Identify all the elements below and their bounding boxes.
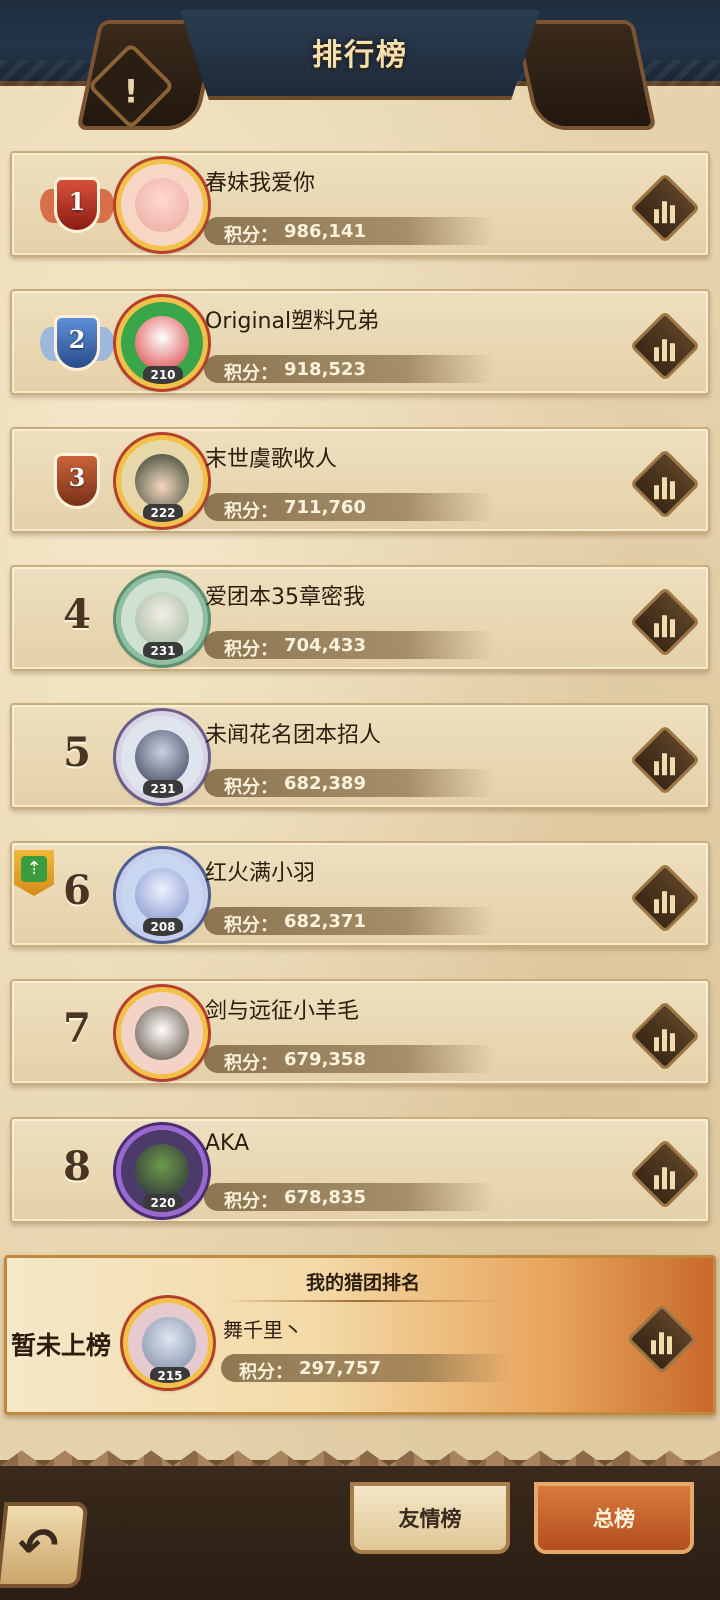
player-name: AKA [205, 1131, 250, 1156]
level-badge: 210 [143, 366, 183, 384]
leaderboard-row[interactable]: 2 210 Original塑料兄弟 积分： 918,523 [10, 289, 710, 395]
my-avatar[interactable]: 215 [123, 1298, 213, 1388]
avatar[interactable] [116, 159, 208, 251]
level-badge: 220 [143, 1194, 183, 1212]
stats-button[interactable] [629, 1000, 701, 1072]
level-badge: 215 [150, 1367, 190, 1383]
score-value: 682,371 [284, 911, 366, 932]
score-value: 986,141 [284, 221, 366, 242]
avatar[interactable] [116, 987, 208, 1079]
bar-chart-icon [640, 1153, 690, 1203]
player-name: 末世虞歌收人 [205, 447, 338, 472]
level-badge: 231 [143, 780, 183, 798]
stats-button[interactable] [629, 724, 701, 796]
player-name: 爱团本35章密我 [205, 585, 365, 610]
stats-button[interactable] [629, 172, 701, 244]
divider [223, 1300, 503, 1302]
stats-button[interactable] [629, 586, 701, 658]
rank-number: 4 [63, 591, 91, 638]
avatar[interactable]: 231 [116, 711, 208, 803]
tab-friends[interactable]: 友情榜 [350, 1482, 510, 1554]
bar-chart-icon [640, 601, 690, 651]
level-badge: 208 [143, 918, 183, 936]
leaderboard-row[interactable]: 4 231 爱团本35章密我 积分： 704,433 [10, 565, 710, 671]
exclamation-icon: ! [123, 72, 139, 111]
score-label: 积分： [224, 501, 278, 522]
back-arrow-icon: ↶ [14, 1518, 62, 1574]
leaderboard-row[interactable]: 5 231 未闻花名团本招人 积分： 682,389 [10, 703, 710, 809]
bar-chart-icon [640, 739, 690, 789]
bar-chart-icon [637, 1318, 687, 1368]
bar-chart-icon [640, 187, 690, 237]
score-label: 积分： [224, 225, 278, 246]
stats-button[interactable] [629, 448, 701, 520]
score-label: 积分： [239, 1362, 293, 1383]
leaderboard-row[interactable]: 1 春妹我爱你 积分： 986,141 [10, 151, 710, 257]
stats-button[interactable] [629, 310, 701, 382]
score-label: 积分： [224, 915, 278, 936]
header: 排行榜 ! [0, 0, 720, 145]
player-name: 未闻花名团本招人 [205, 723, 382, 748]
rank-number: 6 [63, 867, 91, 914]
level-badge: 231 [143, 642, 183, 660]
avatar[interactable]: 222 [116, 435, 208, 527]
score-value: 679,358 [284, 1049, 366, 1070]
my-rank-panel: 我的猎团排名 暂未上榜 215 舞千里丶 积分： 297,757 [4, 1255, 716, 1415]
back-button[interactable]: ↶ [0, 1502, 89, 1588]
player-name: 红火满小羽 [205, 861, 316, 886]
score-value: 678,835 [284, 1187, 366, 1208]
my-stats-button[interactable] [626, 1303, 698, 1375]
tab-total[interactable]: 总榜 [534, 1482, 694, 1554]
my-rank-title: 我的猎团排名 [305, 1272, 420, 1294]
score-label: 积分： [224, 1053, 278, 1074]
level-badge: 222 [143, 504, 183, 522]
rank-3-badge-icon: 3 [42, 447, 112, 517]
my-rank-status: 暂未上榜 [11, 1331, 112, 1360]
score-label: 积分： [224, 1191, 278, 1212]
score-value: 918,523 [284, 359, 366, 380]
score-label: 积分： [224, 363, 278, 384]
avatar[interactable]: 220 [116, 1125, 208, 1217]
rank-1-badge-icon: 1 [40, 171, 114, 241]
player-name: 剑与远征小羊毛 [205, 999, 360, 1024]
leaderboard-row[interactable]: 6 208 红火满小羽 积分： 682,371 [10, 841, 710, 947]
stats-button[interactable] [629, 1138, 701, 1210]
bar-chart-icon [640, 325, 690, 375]
player-name: 春妹我爱你 [205, 171, 316, 196]
leaderboard-list[interactable]: 1 春妹我爱你 积分： 986,141 2 210 Original塑料兄弟 积… [0, 145, 720, 1230]
rank-number: 5 [63, 729, 91, 776]
bar-chart-icon [640, 1015, 690, 1065]
leaderboard-row[interactable]: 7 剑与远征小羊毛 积分： 679,358 [10, 979, 710, 1085]
my-score-value: 297,757 [299, 1358, 381, 1379]
score-value: 704,433 [284, 635, 366, 656]
avatar[interactable]: 210 [116, 297, 208, 389]
avatar[interactable]: 208 [116, 849, 208, 941]
stats-button[interactable] [629, 862, 701, 934]
score-label: 积分： [224, 777, 278, 798]
score-value: 682,389 [284, 773, 366, 794]
rank-2-badge-icon: 2 [40, 309, 114, 379]
bar-chart-icon [640, 463, 690, 513]
rank-number: 7 [63, 1005, 91, 1052]
player-name: Original塑料兄弟 [205, 309, 380, 334]
leaderboard-row[interactable]: 8 220 AKA 积分： 678,835 [10, 1117, 710, 1223]
score-label: 积分： [224, 639, 278, 660]
my-player-name: 舞千里丶 [223, 1318, 303, 1342]
leaderboard-row[interactable]: 3 222 末世虞歌收人 积分： 711,760 [10, 427, 710, 533]
bar-chart-icon [640, 877, 690, 927]
rank-number: 8 [63, 1143, 91, 1190]
bottom-nav: ↶ 友情榜 总榜 [0, 1460, 720, 1600]
score-value: 711,760 [284, 497, 366, 518]
avatar[interactable]: 231 [116, 573, 208, 665]
